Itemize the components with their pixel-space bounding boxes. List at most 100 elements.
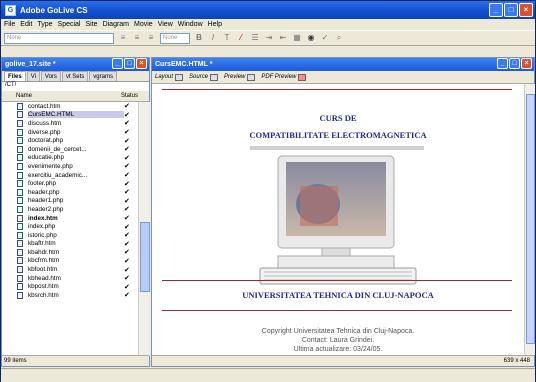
menu-window[interactable]: Window bbox=[178, 21, 203, 28]
path-label: /CT/ bbox=[2, 82, 149, 91]
tab-source[interactable]: Source bbox=[189, 73, 219, 81]
php-file-icon bbox=[17, 231, 23, 239]
menu-type[interactable]: Type bbox=[37, 21, 52, 28]
tab-layout[interactable]: Layout bbox=[155, 73, 184, 81]
doc-close-button[interactable]: × bbox=[521, 58, 532, 69]
text-icon[interactable]: T bbox=[222, 33, 232, 43]
align-right-icon[interactable]: ≡ bbox=[146, 33, 156, 43]
html-file-icon bbox=[17, 102, 23, 110]
page-canvas[interactable]: CURS DE COMPATIBILITATE ELECTROMAGNETICA bbox=[152, 84, 524, 355]
menu-movie[interactable]: Movie bbox=[134, 21, 153, 28]
style-select[interactable]: None bbox=[4, 32, 114, 44]
menu-view[interactable]: View bbox=[158, 21, 173, 28]
spell-icon[interactable]: ✓ bbox=[320, 33, 330, 43]
tab-pdf-preview[interactable]: PDF Preview bbox=[261, 73, 307, 81]
status-check-icon: ✔ bbox=[124, 266, 130, 274]
file-row[interactable]: CursEMC.HTML ✔ bbox=[2, 111, 138, 120]
indent-icon[interactable]: ⇥ bbox=[264, 33, 274, 43]
html-file-icon bbox=[17, 119, 23, 127]
file-row[interactable]: contact.htm ✔ bbox=[2, 102, 138, 111]
menu-special[interactable]: Special bbox=[58, 21, 81, 28]
app-icon: G bbox=[5, 4, 16, 16]
column-header: Name Status bbox=[2, 91, 149, 102]
font-select[interactable]: None bbox=[160, 32, 190, 44]
column-name[interactable]: Name bbox=[2, 93, 121, 99]
file-row[interactable]: kbcfrm.htm ✔ bbox=[2, 257, 138, 266]
file-row[interactable]: kbsrch.htm ✔ bbox=[2, 291, 138, 300]
file-row[interactable]: kbpost.htm ✔ bbox=[2, 282, 138, 291]
status-check-icon: ✔ bbox=[124, 197, 130, 205]
php-file-icon bbox=[17, 171, 23, 179]
align-center-icon[interactable]: ≡ bbox=[132, 33, 142, 43]
file-row[interactable]: evenimente.php ✔ bbox=[2, 162, 138, 171]
close-button[interactable]: × bbox=[519, 3, 533, 17]
site-panel-title: golive_17.site * bbox=[5, 61, 56, 68]
file-row[interactable]: index.php ✔ bbox=[2, 222, 138, 231]
tab-files[interactable]: Files bbox=[4, 71, 26, 81]
preview-icon[interactable]: ◉ bbox=[306, 33, 316, 43]
minimize-button[interactable]: _ bbox=[489, 3, 503, 17]
html-file-icon bbox=[17, 283, 23, 291]
menu-file[interactable]: File bbox=[4, 21, 15, 28]
site-maximize-button[interactable]: □ bbox=[124, 58, 135, 69]
file-row[interactable]: kbfoot.htm ✔ bbox=[2, 265, 138, 274]
menu-site[interactable]: Site bbox=[86, 21, 98, 28]
file-list-scrollbar[interactable] bbox=[138, 102, 150, 356]
tab-vi[interactable]: Vi bbox=[26, 71, 40, 81]
file-row[interactable]: discuss.htm ✔ bbox=[2, 119, 138, 128]
file-row[interactable]: istoric.php ✔ bbox=[2, 231, 138, 240]
file-name: discuss.htm bbox=[28, 119, 62, 127]
site-panel-titlebar[interactable]: golive_17.site * _ □ × bbox=[2, 58, 149, 71]
document-titlebar[interactable]: CursEMC.HTML * _ □ × bbox=[152, 58, 534, 71]
find-icon[interactable]: ⌕ bbox=[334, 33, 344, 43]
file-row[interactable]: educatie.php ✔ bbox=[2, 154, 138, 163]
menu-edit[interactable]: Edit bbox=[20, 21, 32, 28]
updated-text: Ultima actualizare: 03/24/05. bbox=[293, 346, 383, 353]
site-minimize-button[interactable]: _ bbox=[112, 58, 123, 69]
site-panel: golive_17.site * _ □ × Files Vi Vors vt … bbox=[1, 57, 150, 367]
file-row[interactable]: kbhead.htm ✔ bbox=[2, 274, 138, 283]
file-name: kbaftr.htm bbox=[28, 240, 56, 248]
course-subject: COMPATIBILITATE ELECTROMAGNETICA bbox=[249, 130, 427, 140]
scroll-thumb[interactable] bbox=[140, 222, 150, 292]
file-row[interactable]: header.php ✔ bbox=[2, 188, 138, 197]
tab-vors[interactable]: Vors bbox=[40, 71, 61, 81]
list-icon[interactable]: ☰ bbox=[250, 33, 260, 43]
tab-sets[interactable]: vt Sets bbox=[61, 71, 89, 81]
menu-help[interactable]: Help bbox=[208, 21, 222, 28]
file-row[interactable]: header1.php ✔ bbox=[2, 197, 138, 206]
link-icon[interactable]: ⁄ bbox=[236, 33, 246, 43]
outdent-icon[interactable]: ⇤ bbox=[278, 33, 288, 43]
file-row[interactable]: domenii_de_cercet... ✔ bbox=[2, 145, 138, 154]
italic-icon[interactable]: I bbox=[208, 33, 218, 43]
file-row[interactable]: kbahdr.htm ✔ bbox=[2, 248, 138, 257]
tab-preview[interactable]: Preview bbox=[224, 73, 256, 81]
align-left-icon[interactable]: ≡ bbox=[118, 33, 128, 43]
layout-icon bbox=[175, 73, 184, 81]
file-row[interactable]: exercitiu_academic... ✔ bbox=[2, 171, 138, 180]
site-close-button[interactable]: × bbox=[136, 58, 147, 69]
file-row[interactable]: header2.php ✔ bbox=[2, 205, 138, 214]
doc-scroll-thumb[interactable] bbox=[526, 94, 535, 344]
university-name: UNIVERSITATEA TEHNICA DIN CLUJ-NAPOCA bbox=[242, 290, 434, 300]
file-name: diverse.php bbox=[28, 128, 61, 136]
doc-maximize-button[interactable]: □ bbox=[509, 58, 520, 69]
file-name: exercitiu_academic... bbox=[28, 171, 88, 179]
file-row[interactable]: footer.php ✔ bbox=[2, 179, 138, 188]
bold-icon[interactable]: B bbox=[194, 33, 204, 43]
title-bar[interactable]: G Adobe GoLive CS _ □ × bbox=[1, 1, 535, 19]
status-check-icon: ✔ bbox=[124, 146, 130, 154]
window-size[interactable]: 639 x 448 bbox=[152, 355, 534, 366]
file-row[interactable]: doctorat.php ✔ bbox=[2, 136, 138, 145]
maximize-button[interactable]: □ bbox=[504, 3, 518, 17]
tab-diagrams[interactable]: vgrams bbox=[89, 71, 117, 81]
column-status[interactable]: Status bbox=[121, 93, 149, 99]
file-row[interactable]: kbaftr.htm ✔ bbox=[2, 240, 138, 249]
menu-diagram[interactable]: Diagram bbox=[103, 21, 129, 28]
file-name: CursEMC.HTML bbox=[28, 111, 124, 119]
document-scrollbar[interactable] bbox=[524, 84, 535, 355]
doc-minimize-button[interactable]: _ bbox=[497, 58, 508, 69]
file-row[interactable]: diverse.php ✔ bbox=[2, 128, 138, 137]
file-row[interactable]: index.htm ✔ bbox=[2, 214, 138, 223]
table-icon[interactable]: ▦ bbox=[292, 33, 302, 43]
